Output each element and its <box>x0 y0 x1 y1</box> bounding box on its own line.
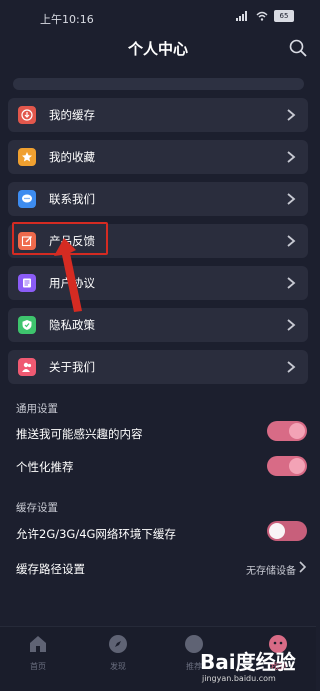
setting-label-personalized: 个性化推荐 <box>16 460 74 474</box>
banner-strip <box>13 78 304 90</box>
watermark-url: jingyan.baidu.com <box>202 674 276 683</box>
menu-item-about[interactable]: 关于我们 <box>8 350 308 384</box>
signal-icon <box>236 11 247 21</box>
storage-path-label[interactable]: 缓存路径设置 <box>16 561 85 577</box>
status-icons: 65 <box>236 10 294 22</box>
home-icon <box>30 636 46 652</box>
watermark-text: Bai度经验 <box>200 650 296 674</box>
setting-label-mobile-cache: 允许2G/3G/4G网络环境下缓存 <box>16 527 176 541</box>
download-icon <box>18 106 36 124</box>
storage-path-value[interactable]: 无存储设备 <box>246 562 296 577</box>
watermark: Bai度经验 jingyan.baidu.com <box>196 640 312 688</box>
compass-icon <box>109 635 127 653</box>
page-title: 个人中心 <box>127 40 188 58</box>
chevron-right-icon <box>287 319 296 331</box>
menu-item-label: 关于我们 <box>49 360 95 374</box>
menu-item-cache[interactable]: 我的缓存 <box>8 98 308 132</box>
tab-label: 首页 <box>30 662 46 671</box>
section-title-general: 通用设置 <box>16 403 58 415</box>
section-title-cache: 缓存设置 <box>16 502 58 514</box>
tab-discover[interactable]: 发现 <box>98 633 138 673</box>
push-toggle[interactable] <box>267 421 307 441</box>
toggle-knob <box>289 458 305 474</box>
personalized-toggle[interactable] <box>267 456 307 476</box>
chevron-right-icon <box>287 361 296 373</box>
chevron-right-icon <box>287 235 296 247</box>
document-icon <box>18 274 36 292</box>
star-icon <box>18 148 36 166</box>
tab-home[interactable]: 首页 <box>18 633 58 673</box>
menu-item-label: 联系我们 <box>49 192 95 206</box>
tab-label: 发现 <box>110 662 126 671</box>
menu-item-label: 我的收藏 <box>49 150 95 164</box>
chevron-right-icon <box>287 277 296 289</box>
menu-item-favorites[interactable]: 我的收藏 <box>8 140 308 174</box>
annotation-arrow-icon <box>54 238 82 312</box>
chevron-right-icon <box>299 561 307 573</box>
chevron-right-icon <box>287 193 296 205</box>
menu-item-contact[interactable]: 联系我们 <box>8 182 308 216</box>
chevron-right-icon <box>287 151 296 163</box>
wifi-icon <box>256 11 268 21</box>
mobile-cache-toggle[interactable] <box>267 521 307 541</box>
setting-label-push: 推送我可能感兴趣的内容 <box>16 427 143 441</box>
chevron-right-icon <box>287 109 296 121</box>
battery-icon: 65 <box>274 10 294 22</box>
menu-item-label: 隐私政策 <box>49 318 95 332</box>
menu-item-label: 我的缓存 <box>49 108 95 122</box>
shield-icon <box>18 316 36 334</box>
search-icon[interactable] <box>288 38 308 58</box>
people-icon <box>18 358 36 376</box>
toggle-knob <box>269 523 285 539</box>
status-bar: 上午10:16 65 <box>0 0 316 34</box>
status-time: 上午10:16 <box>40 13 94 26</box>
chat-icon <box>18 190 36 208</box>
toggle-knob <box>289 423 305 439</box>
header: 个人中心 <box>0 34 316 62</box>
